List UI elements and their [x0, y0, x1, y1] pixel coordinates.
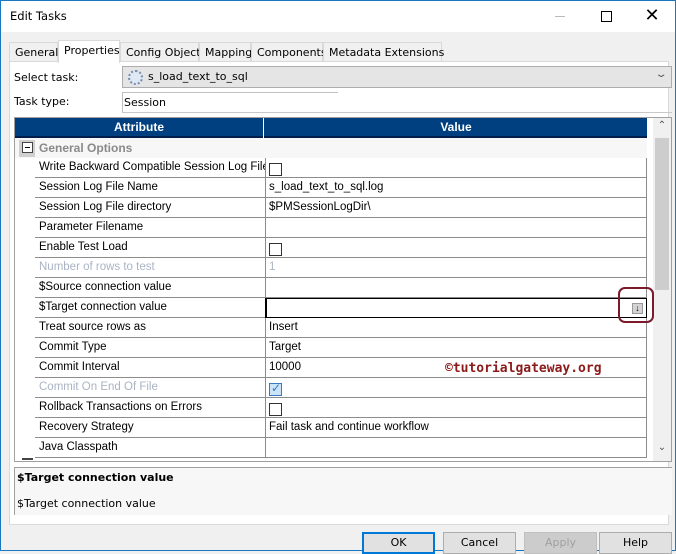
task-type-field: Session: [122, 92, 338, 112]
value-cell[interactable]: Target: [265, 338, 647, 358]
grid-header: Attribute Value: [15, 118, 647, 138]
value-cell[interactable]: s_load_text_to_sql.log: [265, 178, 647, 198]
property-row[interactable]: Rollback Transactions on Errors: [35, 398, 647, 418]
collapse-icon-partial: [22, 458, 33, 460]
minimize-icon: [555, 15, 565, 17]
value-cell[interactable]: [265, 218, 647, 238]
chevron-down-icon: ⌄: [654, 69, 668, 80]
checkbox[interactable]: [269, 403, 282, 416]
scroll-up-icon[interactable]: ⌃: [653, 120, 671, 137]
gear-icon: [128, 70, 143, 85]
attribute-cell: Rollback Transactions on Errors: [39, 401, 202, 413]
description-title: $Target connection value: [17, 471, 174, 484]
attribute-column-header[interactable]: Attribute: [15, 118, 264, 138]
tab-metadata-extensions[interactable]: Metadata Extensions: [323, 42, 444, 62]
value-cell[interactable]: [265, 438, 647, 458]
select-task-dropdown[interactable]: s_load_text_to_sql ⌄: [122, 66, 672, 88]
tab-config-object[interactable]: Config Object: [120, 42, 201, 62]
property-row[interactable]: Write Backward Compatible Session Log Fi…: [35, 158, 647, 178]
value-cell[interactable]: [265, 238, 647, 258]
property-row[interactable]: $Target connection value ↓: [35, 298, 647, 318]
highlight-annotation: [618, 287, 654, 323]
attribute-cell: Commit Interval: [39, 361, 120, 373]
attribute-cell: Enable Test Load: [39, 241, 128, 253]
property-row[interactable]: Session Log File directory $PMSessionLogD…: [35, 198, 647, 218]
divider: [122, 112, 672, 113]
checkbox-checked: [269, 381, 282, 396]
value-text: 10000: [269, 361, 301, 373]
properties-grid: Attribute Value General Options Write Ba…: [14, 117, 672, 462]
attribute-cell: $Source connection value: [39, 281, 172, 293]
property-row[interactable]: Session Log File Name s_load_text_to_sql.…: [35, 178, 647, 198]
attribute-cell: Commit Type: [39, 341, 107, 353]
close-icon: ✕: [644, 5, 660, 26]
select-task-value: s_load_text_to_sql: [148, 70, 248, 83]
tab-general[interactable]: General: [9, 42, 58, 62]
watermark: ©tutorialgateway.org: [445, 361, 602, 376]
attribute-cell: Parameter Filename: [39, 221, 144, 233]
description-body: $Target connection value: [17, 497, 156, 510]
value-text: Target: [269, 341, 301, 353]
property-row[interactable]: Parameter Filename: [35, 218, 647, 238]
collapse-icon[interactable]: [22, 142, 33, 153]
property-row[interactable]: Treat source rows as Insert: [35, 318, 647, 338]
property-row[interactable]: Java Classpath: [35, 438, 647, 458]
maximize-button[interactable]: [583, 1, 629, 31]
value-text: s_load_text_to_sql.log: [269, 181, 384, 193]
checkbox[interactable]: [269, 243, 282, 256]
value-cell[interactable]: [265, 158, 647, 178]
property-row[interactable]: Commit On End Of File: [35, 378, 647, 398]
attribute-cell: Number of rows to test: [39, 261, 155, 273]
attribute-cell: $Target connection value: [39, 301, 167, 313]
value-cell[interactable]: Insert: [265, 318, 647, 338]
value-cell[interactable]: Fail task and continue workflow: [265, 418, 647, 438]
property-row[interactable]: Enable Test Load: [35, 238, 647, 258]
vertical-scrollbar[interactable]: ⌃ ⌄: [653, 118, 671, 461]
close-button[interactable]: ✕: [629, 1, 675, 31]
value-cell[interactable]: [265, 398, 647, 418]
property-row[interactable]: Number of rows to test 1: [35, 258, 647, 278]
checkbox[interactable]: [269, 163, 282, 176]
attribute-cell: Commit On End Of File: [39, 381, 158, 393]
title-bar: Edit Tasks ✕: [1, 1, 675, 32]
description-panel: $Target connection value $Target connect…: [14, 467, 672, 515]
value-cell[interactable]: ↓: [265, 298, 647, 318]
attribute-cell: Recovery Strategy: [39, 421, 134, 433]
value-cell[interactable]: 1: [265, 258, 647, 278]
edit-tasks-dialog: Edit Tasks ✕ General Properties Config O…: [0, 0, 676, 554]
value-text: $PMSessionLogDir\: [269, 201, 371, 213]
maximize-icon: [600, 10, 612, 22]
group-general-options[interactable]: General Options: [15, 138, 647, 158]
attribute-cell: Session Log File Name: [39, 181, 158, 193]
attribute-cell: Java Classpath: [39, 441, 118, 453]
value-column-header[interactable]: Value: [265, 118, 647, 138]
scroll-thumb[interactable]: [655, 138, 669, 290]
value-text: 1: [269, 261, 276, 273]
value-text: Insert: [269, 321, 298, 333]
value-cell[interactable]: [265, 378, 647, 398]
task-type-value: Session: [124, 96, 166, 109]
task-type-label: Task type:: [14, 95, 70, 108]
select-task-label: Select task:: [14, 71, 79, 84]
value-text: Fail task and continue workflow: [269, 421, 429, 433]
tab-properties[interactable]: Properties: [58, 40, 120, 63]
minimize-button[interactable]: [537, 1, 583, 31]
value-cell[interactable]: [265, 278, 647, 298]
attribute-cell: Write Backward Compatible Session Log Fi…: [39, 161, 265, 173]
group-label: General Options: [39, 141, 133, 155]
window-title: Edit Tasks: [10, 9, 67, 23]
tab-mapping[interactable]: Mapping: [199, 42, 252, 62]
property-row[interactable]: Recovery Strategy Fail task and continue …: [35, 418, 647, 438]
value-cell[interactable]: $PMSessionLogDir\: [265, 198, 647, 218]
attribute-cell: Treat source rows as: [39, 321, 146, 333]
attribute-cell: Session Log File directory: [39, 201, 172, 213]
scroll-down-icon[interactable]: ⌄: [653, 442, 671, 459]
property-row[interactable]: $Source connection value: [35, 278, 647, 298]
tab-components[interactable]: Components: [251, 42, 327, 62]
partial-group-row: [15, 458, 647, 461]
property-row[interactable]: Commit Type Target: [35, 338, 647, 358]
